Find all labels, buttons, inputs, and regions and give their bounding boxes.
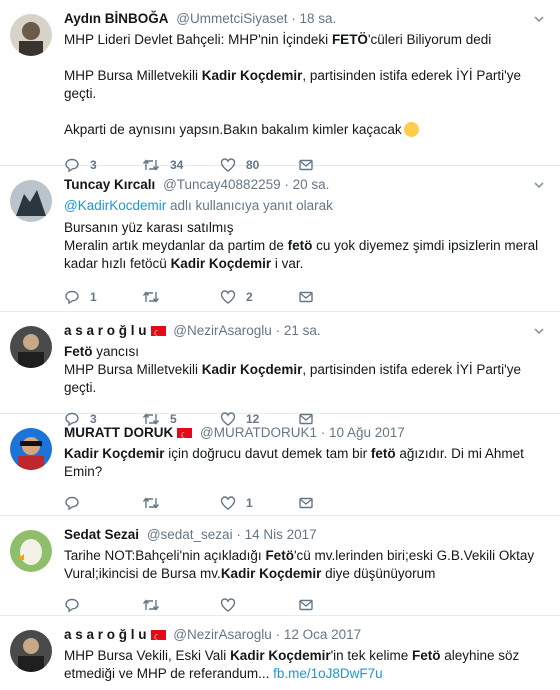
tweet-header: Sedat Sezai @sedat_sezai · 14 Nis 2017 bbox=[64, 526, 544, 544]
separator-dot: · bbox=[275, 627, 284, 642]
reply-button[interactable]: 1 bbox=[64, 289, 142, 305]
tweet-actions: 1 2 bbox=[64, 279, 544, 315]
heart-icon bbox=[220, 496, 236, 510]
retweet-icon bbox=[142, 599, 160, 611]
reply-button[interactable] bbox=[64, 597, 142, 613]
tweet[interactable]: Sedat Sezai @sedat_sezai · 14 Nis 2017 T… bbox=[0, 516, 560, 616]
tweet-time[interactable]: 18 sa. bbox=[300, 11, 337, 26]
envelope-icon bbox=[299, 599, 313, 611]
author-handle[interactable]: @MURATDORUK1 bbox=[200, 425, 317, 440]
avatar[interactable] bbox=[10, 326, 52, 368]
tweet-header: Tuncay Kırcalı @Tuncay40882259 · 20 sa. bbox=[64, 176, 544, 194]
tweet-header: a s a r o ğ l u @NezirAsaroglu · 21 sa. bbox=[64, 322, 544, 343]
retweet-icon bbox=[142, 497, 160, 509]
avatar[interactable] bbox=[10, 630, 52, 672]
separator-dot: · bbox=[284, 177, 293, 192]
retweet-button[interactable] bbox=[142, 289, 220, 305]
envelope-icon bbox=[299, 497, 313, 509]
like-button[interactable]: 2 bbox=[220, 289, 298, 305]
chevron-down-icon[interactable] bbox=[534, 180, 544, 190]
turkey-flag-icon bbox=[177, 427, 193, 445]
reply-context: @KadirKocdemir adlı kullanıcıya yanıt ol… bbox=[64, 198, 333, 213]
tweet-text: MHP Lideri Devlet Bahçeli: MHP'nin İçind… bbox=[64, 32, 522, 137]
separator-dot: · bbox=[320, 425, 329, 440]
author-name[interactable]: a s a r o ğ l u bbox=[64, 627, 147, 642]
message-button[interactable] bbox=[298, 495, 376, 511]
tweet[interactable]: a s a r o ğ l u @NezirAsaroglu · 12 Oca … bbox=[0, 616, 560, 690]
author-handle[interactable]: @NezirAsaroglu bbox=[173, 323, 272, 338]
tweet-header: Aydın BİNBOĞA @UmmetciSiyaset · 18 sa. bbox=[64, 10, 544, 28]
author-name[interactable]: Sedat Sezai bbox=[64, 527, 139, 542]
external-link[interactable]: fb.me/1oJ8DwF7u bbox=[273, 666, 383, 681]
reply-count: 1 bbox=[90, 290, 97, 304]
tweet[interactable]: a s a r o ğ l u @NezirAsaroglu · 21 sa. … bbox=[0, 312, 560, 427]
separator-dot: · bbox=[275, 323, 284, 338]
like-count: 2 bbox=[246, 290, 253, 304]
tweet-time[interactable]: 20 sa. bbox=[293, 177, 330, 192]
reply-icon bbox=[65, 496, 79, 511]
tweet-header: MURATT DORUK @MURATDORUK1 · 10 Ağu 2017 bbox=[64, 424, 544, 445]
tweet-time[interactable]: 12 Oca 2017 bbox=[284, 627, 361, 642]
tweet-feed: Aydın BİNBOĞA @UmmetciSiyaset · 18 sa. M… bbox=[0, 0, 560, 690]
chevron-down-icon[interactable] bbox=[534, 14, 544, 24]
heart-icon bbox=[220, 290, 236, 304]
envelope-icon bbox=[299, 291, 313, 303]
tweet-text: Bursanın yüz karası satılmış Meralin art… bbox=[64, 220, 539, 271]
author-name[interactable]: MURATT DORUK bbox=[64, 425, 173, 440]
author-handle[interactable]: @NezirAsaroglu bbox=[173, 627, 272, 642]
author-handle[interactable]: @Tuncay40882259 bbox=[163, 177, 281, 192]
like-button[interactable]: 1 bbox=[220, 495, 298, 511]
retweet-icon bbox=[142, 291, 160, 303]
turkey-flag-icon bbox=[150, 629, 166, 647]
chevron-down-icon[interactable] bbox=[534, 326, 544, 336]
heart-icon bbox=[220, 598, 236, 612]
tweet-text: Fetö yancısı MHP Bursa Milletvekili Kadi… bbox=[64, 344, 522, 395]
retweet-button[interactable] bbox=[142, 495, 220, 511]
smirk-emoji-icon bbox=[403, 122, 419, 137]
avatar[interactable] bbox=[10, 14, 52, 56]
reply-button[interactable] bbox=[64, 495, 142, 511]
author-name[interactable]: a s a r o ğ l u bbox=[64, 323, 147, 338]
author-name[interactable]: Tuncay Kırcalı bbox=[64, 177, 155, 192]
tweet-time[interactable]: 14 Nis 2017 bbox=[245, 527, 317, 542]
tweet[interactable]: MURATT DORUK @MURATDORUK1 · 10 Ağu 2017 … bbox=[0, 414, 560, 516]
reply-icon bbox=[65, 598, 79, 613]
like-button[interactable] bbox=[220, 597, 298, 613]
turkey-flag-icon bbox=[150, 325, 166, 343]
tweet-text: MHP Bursa Vekili, Eski Vali Kadir Koçdem… bbox=[64, 648, 520, 681]
avatar[interactable] bbox=[10, 180, 52, 222]
message-button[interactable] bbox=[298, 597, 376, 613]
separator-dot: · bbox=[291, 11, 300, 26]
separator-dot: · bbox=[236, 527, 245, 542]
reply-to-handle[interactable]: @KadirKocdemir bbox=[64, 198, 166, 213]
tweet-text: Tarihe NOT:Bahçeli'nin açıkladığı Fetö'c… bbox=[64, 548, 535, 581]
like-count: 1 bbox=[246, 496, 253, 510]
author-handle[interactable]: @sedat_sezai bbox=[147, 527, 233, 542]
tweet-text: Kadir Koçdemir için doğrucu davut demek … bbox=[64, 446, 524, 479]
tweet[interactable]: Aydın BİNBOĞA @UmmetciSiyaset · 18 sa. M… bbox=[0, 0, 560, 173]
message-button[interactable] bbox=[298, 289, 376, 305]
tweet-time[interactable]: 21 sa. bbox=[284, 323, 321, 338]
reply-icon bbox=[65, 290, 79, 305]
tweet[interactable]: Tuncay Kırcalı @Tuncay40882259 · 20 sa. … bbox=[0, 166, 560, 312]
avatar[interactable] bbox=[10, 428, 52, 470]
author-name[interactable]: Aydın BİNBOĞA bbox=[64, 11, 169, 26]
retweet-button[interactable] bbox=[142, 597, 220, 613]
author-handle[interactable]: @UmmetciSiyaset bbox=[176, 11, 287, 26]
tweet-header: a s a r o ğ l u @NezirAsaroglu · 12 Oca … bbox=[64, 626, 544, 647]
avatar[interactable] bbox=[10, 530, 52, 572]
tweet-time[interactable]: 10 Ağu 2017 bbox=[329, 425, 405, 440]
